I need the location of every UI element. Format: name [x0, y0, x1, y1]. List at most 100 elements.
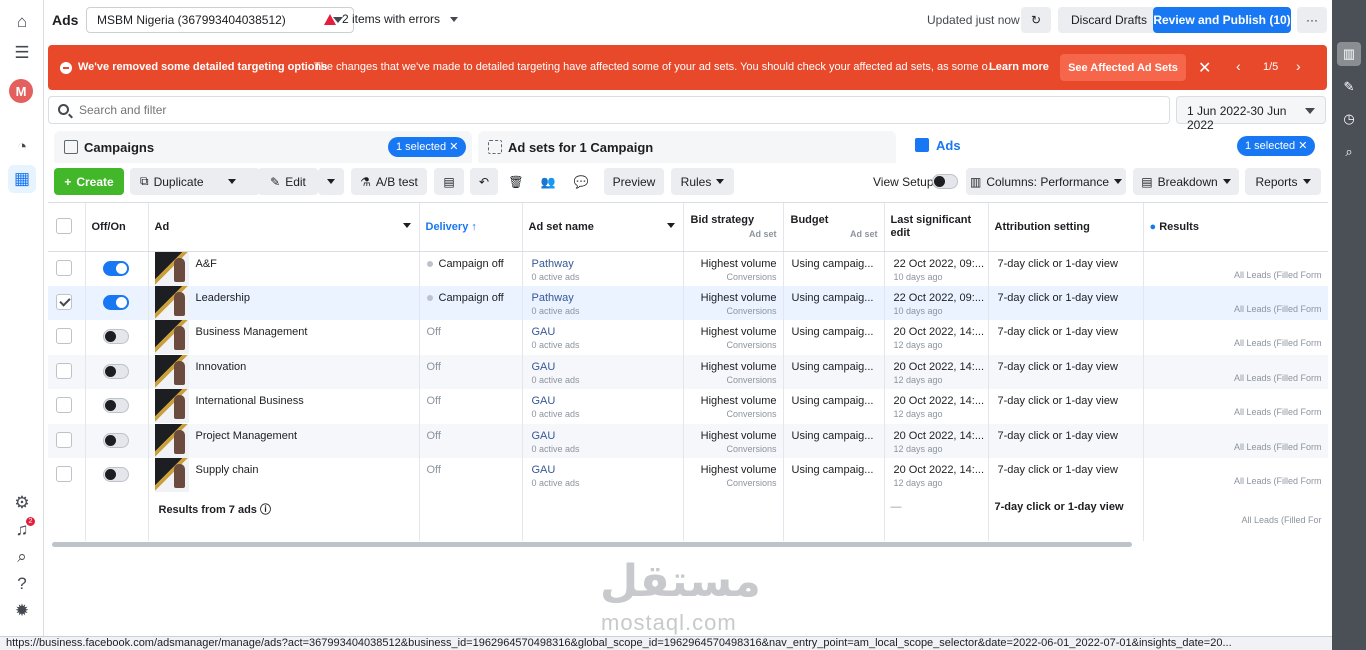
ad-on-off-toggle[interactable] — [102, 363, 129, 379]
ad-on-off-toggle[interactable] — [102, 398, 129, 413]
col-adset-name[interactable]: Ad set name — [522, 203, 684, 252]
col-offon[interactable]: Off/On — [85, 203, 149, 252]
ad-on-off-toggle[interactable] — [102, 467, 129, 482]
chevron-left-icon[interactable]: ‹ — [1236, 58, 1241, 74]
adset-link[interactable]: GAU — [532, 464, 556, 476]
col-budget[interactable]: Budget Ad set — [783, 203, 885, 252]
notifications-icon[interactable]: ♫ 2 — [8, 516, 36, 544]
table-row[interactable]: Leadership Campaign off Pathway 0 active ad… — [48, 285, 1328, 320]
row-checkbox[interactable] — [56, 328, 72, 344]
edit-dropdown[interactable] — [318, 168, 344, 195]
ad-name[interactable]: Leadership — [196, 292, 250, 304]
ad-name[interactable]: Business Management — [196, 326, 308, 338]
adset-cell[interactable]: GAU 0 active ads — [522, 423, 684, 458]
table-row[interactable]: Innovation Off GAU 0 active ads Highest volu… — [48, 354, 1328, 389]
zoom-icon[interactable]: ⌕ — [1337, 140, 1361, 164]
tab-adsets[interactable]: Ad sets for 1 Campaign — [478, 131, 896, 163]
ad-name[interactable]: A&F — [196, 258, 217, 270]
select-all-checkbox[interactable] — [56, 218, 72, 235]
adset-link[interactable]: Pathway — [532, 292, 574, 304]
adset-link[interactable]: GAU — [532, 430, 556, 442]
avatar[interactable]: M — [9, 79, 33, 103]
table-row[interactable]: International Business Off GAU 0 active ads… — [48, 389, 1328, 424]
settings-icon[interactable]: ⚙ — [8, 489, 36, 517]
col-last-edit[interactable]: Last significant edit — [884, 203, 989, 252]
ads-manager-icon[interactable]: ▦ — [8, 165, 36, 193]
row-checkbox[interactable] — [56, 466, 72, 482]
reports-button[interactable]: Reports — [1245, 168, 1321, 195]
preview-button[interactable]: Preview — [604, 168, 664, 195]
delete-button[interactable]: 🗑 — [502, 168, 530, 195]
chart-icon[interactable]: ▥ — [1337, 42, 1361, 66]
ad-name[interactable]: International Business — [196, 395, 304, 407]
undo-button[interactable]: ↶ — [470, 168, 498, 195]
menu-icon[interactable]: ☰ — [8, 39, 36, 67]
refresh-button[interactable]: ↻ — [1021, 7, 1051, 33]
table-row[interactable]: Project Management Off GAU 0 active ads High… — [48, 423, 1328, 458]
row-checkbox[interactable] — [56, 362, 72, 379]
review-publish-button[interactable]: Review and Publish (10) — [1153, 7, 1291, 33]
row-checkbox[interactable] — [56, 293, 72, 310]
ad-on-off-toggle[interactable] — [102, 329, 129, 344]
view-setup-toggle[interactable] — [932, 174, 958, 189]
home-icon[interactable]: ⌂ — [8, 8, 36, 36]
ad-name[interactable]: Innovation — [196, 361, 247, 373]
ads-selected-pill[interactable]: 1 selected ✕ — [1237, 136, 1316, 156]
ad-name-cell[interactable]: Leadership — [148, 285, 420, 320]
table-row[interactable]: A&F Campaign off Pathway 0 active ads Highes… — [48, 251, 1328, 286]
audience-button[interactable]: 👥 — [534, 168, 562, 195]
table-row[interactable]: Business Management Off GAU 0 active ads Hig… — [48, 320, 1328, 355]
ad-name-cell[interactable]: Supply chain — [148, 458, 420, 493]
ad-name-cell[interactable]: Business Management — [148, 320, 420, 355]
history-clock-icon[interactable]: ◷ — [1337, 107, 1361, 131]
comment-button[interactable]: 💬 — [566, 168, 596, 195]
adset-cell[interactable]: GAU 0 active ads — [522, 458, 684, 493]
ad-name[interactable]: Project Management — [196, 430, 298, 442]
columns-button[interactable]: ▥ Columns: Performance — [966, 168, 1126, 195]
adset-cell[interactable]: Pathway 0 active ads — [522, 285, 684, 320]
breakdown-button[interactable]: ▤ Breakdown — [1133, 168, 1239, 195]
ab-test-button[interactable]: ⚗ A/B test — [351, 168, 427, 195]
chevron-right-icon[interactable]: › — [1296, 58, 1301, 74]
row-checkbox[interactable] — [56, 397, 72, 413]
ad-name-cell[interactable]: Innovation — [148, 354, 420, 389]
ad-name-cell[interactable]: International Business — [148, 389, 420, 424]
more-options-button[interactable]: ··· — [1297, 7, 1327, 33]
learn-more-link[interactable]: Learn more — [989, 61, 1049, 73]
search-input[interactable] — [79, 101, 679, 119]
adset-link[interactable]: Pathway — [532, 258, 574, 270]
tab-campaigns[interactable]: Campaigns 1 selected ✕ — [54, 131, 472, 163]
help-icon[interactable]: ? — [8, 570, 36, 598]
discard-drafts-button[interactable]: Discard Drafts — [1058, 7, 1160, 33]
adset-cell[interactable]: GAU 0 active ads — [522, 389, 684, 424]
adset-cell[interactable]: GAU 0 active ads — [522, 320, 684, 355]
search-icon[interactable]: ⌕ — [8, 543, 36, 571]
col-ad[interactable]: Ad — [148, 203, 420, 252]
create-button[interactable]: + Create — [54, 168, 124, 195]
dashboard-icon[interactable]: ◔ — [8, 133, 36, 161]
row-checkbox[interactable] — [56, 259, 72, 276]
adset-link[interactable]: GAU — [532, 395, 556, 407]
errors-dropdown[interactable]: 2 items with errors — [324, 12, 459, 26]
horizontal-scrollbar[interactable] — [52, 542, 1132, 547]
ad-on-off-toggle[interactable] — [102, 260, 129, 276]
clipboard-button[interactable]: ▤ — [434, 168, 464, 195]
account-selector[interactable]: MSBM Nigeria (367993404038512) — [86, 7, 354, 33]
rules-button[interactable]: Rules — [671, 168, 734, 195]
ad-name[interactable]: Supply chain — [196, 464, 259, 476]
adset-link[interactable]: GAU — [532, 326, 556, 338]
bug-report-icon[interactable]: ✹ — [8, 597, 36, 625]
date-range-picker[interactable]: 1 Jun 2022-30 Jun 2022 — [1176, 96, 1326, 132]
campaigns-selected-pill[interactable]: 1 selected ✕ — [388, 137, 467, 157]
ad-name-cell[interactable]: Project Management — [148, 423, 420, 458]
close-icon[interactable]: ✕ — [1198, 58, 1211, 78]
col-attribution[interactable]: Attribution setting — [988, 203, 1144, 252]
see-affected-ad-sets-button[interactable]: See Affected Ad Sets — [1060, 54, 1186, 81]
duplicate-dropdown[interactable] — [220, 168, 244, 195]
adset-link[interactable]: GAU — [532, 361, 556, 373]
col-delivery[interactable]: Delivery ↑ — [419, 203, 523, 252]
ad-name-cell[interactable]: A&F — [148, 251, 420, 286]
adset-cell[interactable]: Pathway 0 active ads — [522, 251, 684, 286]
tab-ads[interactable]: Ads 1 selected ✕ — [903, 129, 1321, 163]
col-results[interactable]: ● Results — [1143, 203, 1328, 252]
